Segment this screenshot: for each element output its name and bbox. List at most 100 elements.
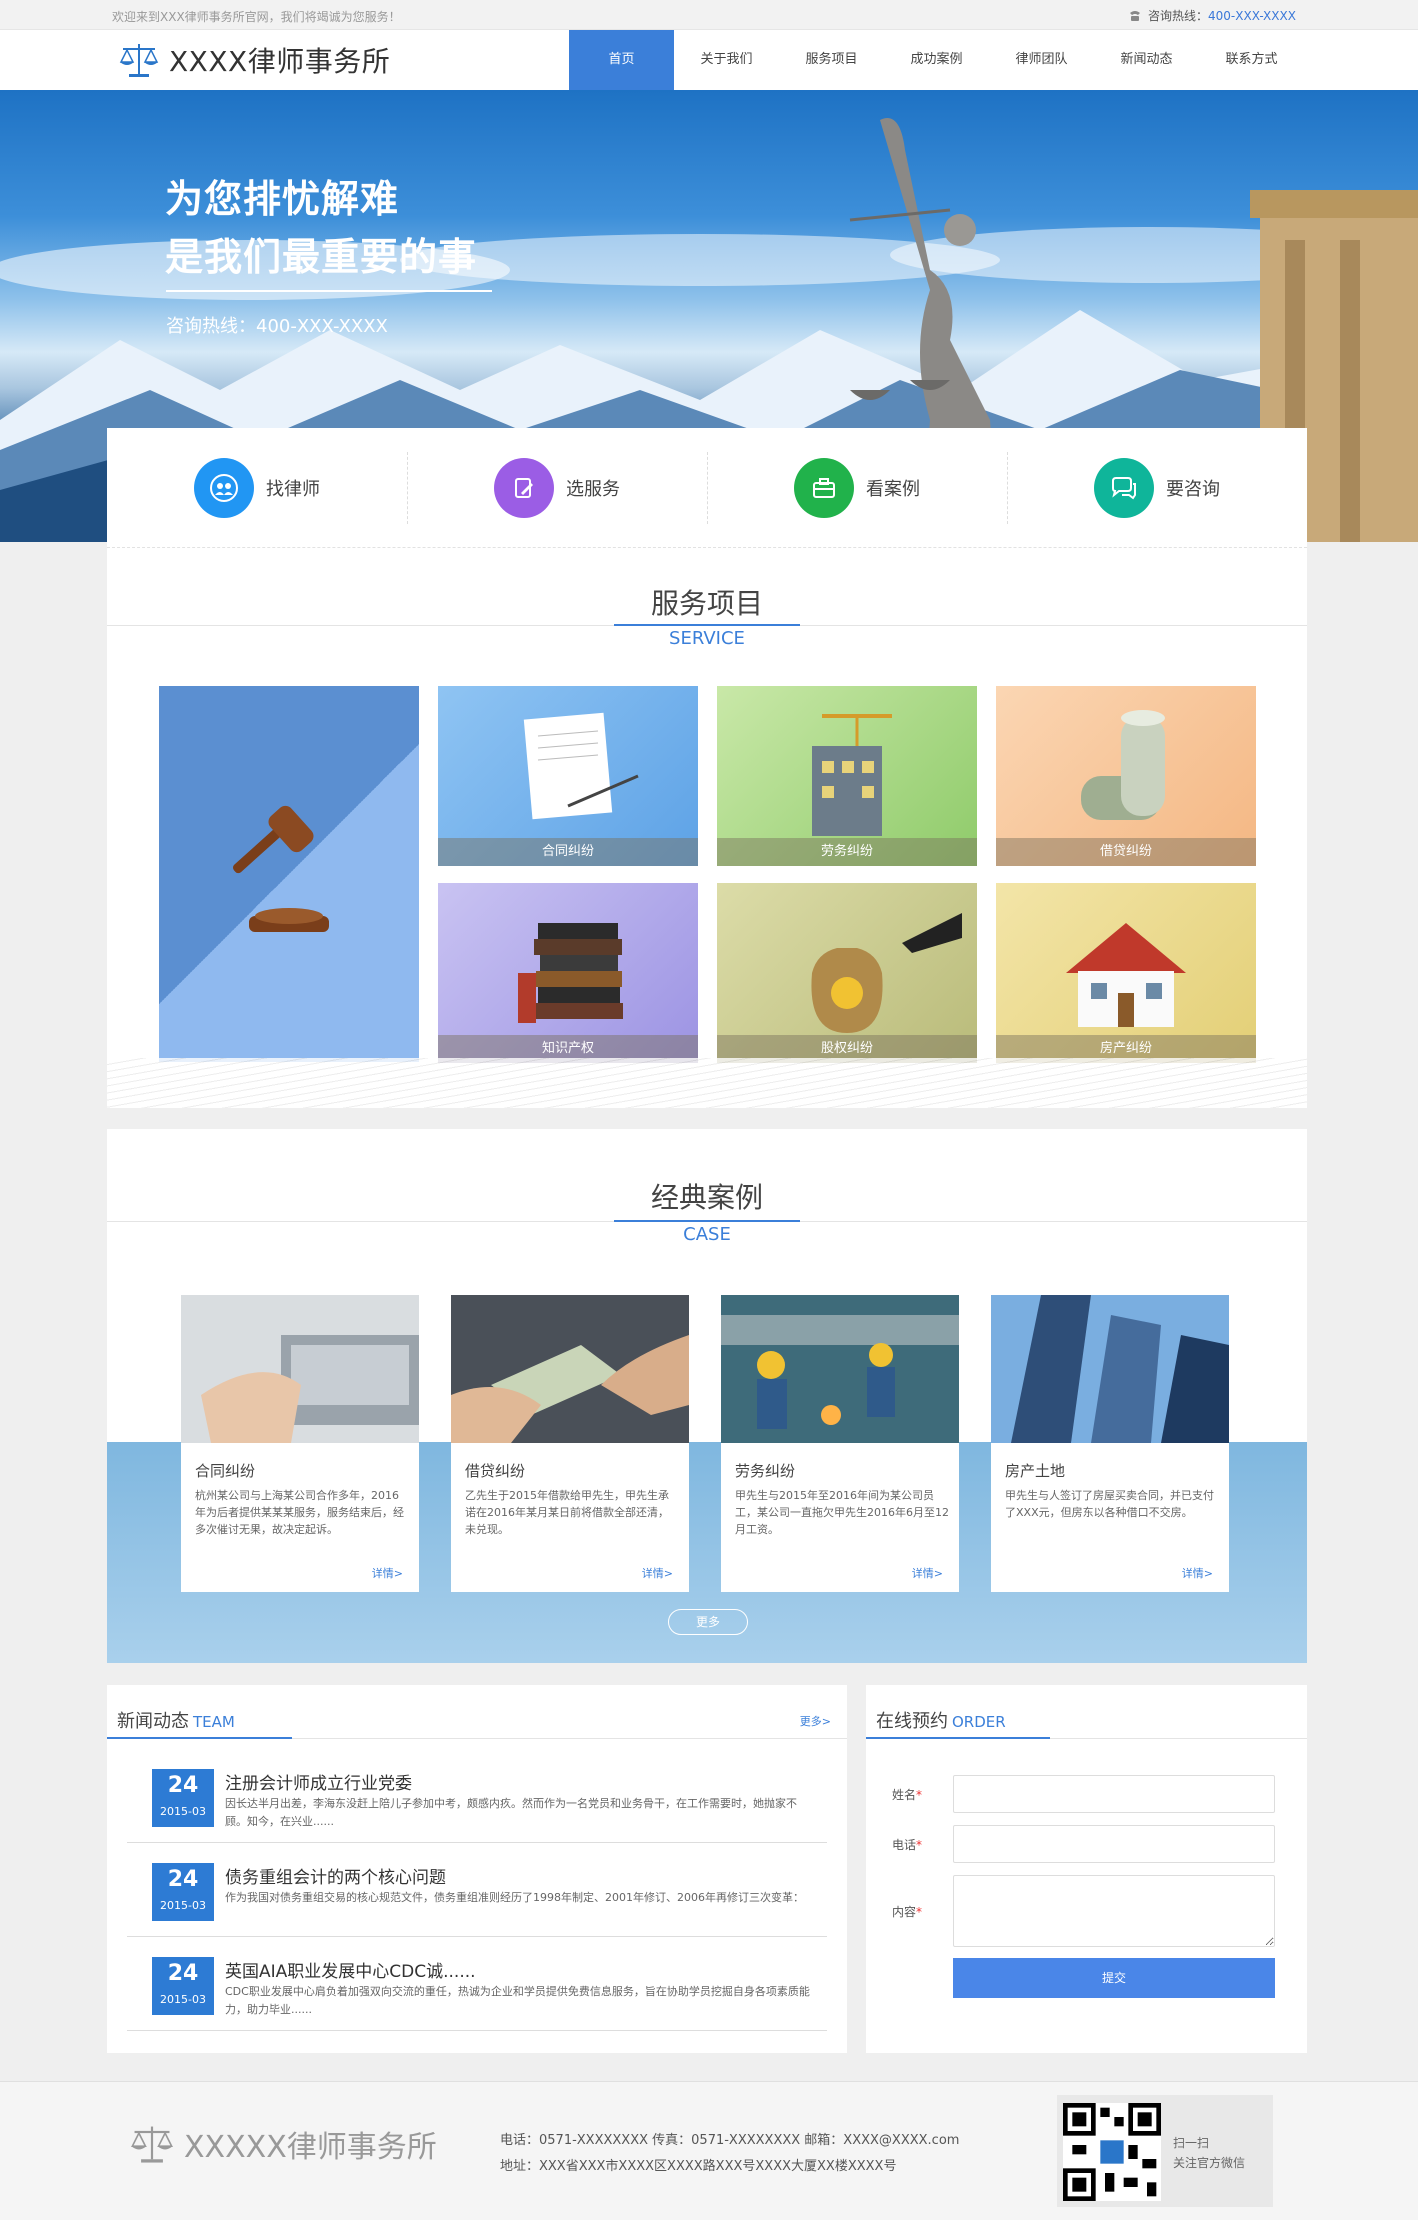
qr-caption: 扫一扫 关注官方微信 (1173, 2136, 1246, 2170)
news-title: 债务重组会计的两个核心问题 (225, 1868, 446, 1888)
top-bar: 欢迎来到XXX律师事务所官网，我们将竭诚为您服务！ 咨询热线：400-XXX-X… (0, 0, 1418, 30)
banner-divider (166, 290, 492, 292)
footer-logo: XXXXX律师事务所 (128, 2122, 437, 2166)
welcome-text: 欢迎来到XXX律师事务所官网，我们将竭诚为您服务！ (112, 10, 401, 24)
content-field[interactable] (953, 1875, 1275, 1947)
service-subtitle: SERVICE (669, 628, 745, 649)
header: XXXX律师事务所 首页 关于我们 服务项目 成功案例 律师团队 新闻动态 联系… (0, 30, 1418, 90)
hotline-label: 咨询热线： (1148, 9, 1209, 23)
quick-link-find-lawyer[interactable]: 找律师 (107, 428, 407, 547)
case-title: 经典案例 (650, 1181, 763, 1214)
edit-icon (494, 457, 554, 518)
nav-services[interactable]: 服务项目 (779, 30, 884, 90)
news-item[interactable]: 24 2015-03 注册会计师成立行业党委 因长达半月出差，李海东没赶上陪儿子参… (127, 1749, 827, 1843)
scales-icon (131, 2126, 173, 2163)
case-desc: 甲先生与2015年至2016年间为某公司员工，某公司一直拖欠甲先生2016年6月… (735, 1489, 949, 1536)
case-detail-link[interactable]: 详情> (372, 1565, 403, 1581)
nav-team[interactable]: 律师团队 (989, 30, 1094, 90)
service-title: 服务项目 (650, 587, 763, 620)
phone-label: 电话* (892, 1838, 923, 1852)
case-detail-link[interactable]: 详情> (912, 1565, 943, 1581)
footer-logo-text: XXXXX律师事务所 (184, 2130, 437, 2165)
news-date: 24 2015-03 (152, 1957, 214, 2015)
nav-home[interactable]: 首页 (569, 30, 674, 90)
people-icon (194, 457, 254, 518)
news-item[interactable]: 24 2015-03 英国AIA职业发展中心CDC诚...... CDC职业发展中… (127, 1937, 827, 2031)
nav-news[interactable]: 新闻动态 (1094, 30, 1199, 90)
service-label: 合同纠纷 (438, 838, 698, 866)
scales-icon (119, 44, 159, 77)
quick-link-label: 找律师 (266, 478, 320, 500)
hotline: 咨询热线：400-XXX-XXXX (1128, 7, 1296, 24)
case-desc: 杭州某公司与上海某公司合作多年，2016年为后者提供某某某服务，服务结束后，经多… (195, 1489, 404, 1536)
case-title: 房产土地 (1005, 1462, 1066, 1480)
footer: XXXXX律师事务所 电话：0571-XXXXXXXX 传真：0571-XXXX… (0, 2081, 1418, 2220)
gavel-icon (233, 805, 329, 932)
case-card[interactable]: 合同纠纷 杭州某公司与上海某公司合作多年，2016年为后者提供某某某服务，服务结… (181, 1295, 419, 1592)
phone-field[interactable] (953, 1825, 1275, 1863)
quick-links: 找律师 选服务 看案例 要咨询 (107, 428, 1307, 548)
service-label: 借贷纠纷 (996, 838, 1256, 866)
news-panel: 新闻动态 TEAM 更多> 24 2015-03 注册会计师成立行业党委 因长达半月… (107, 1685, 847, 2053)
case-detail-link[interactable]: 详情> (1182, 1565, 1213, 1581)
service-tile-loan[interactable]: 借贷纠纷 (996, 686, 1256, 866)
footer-contact: 电话：0571-XXXXXXXX 传真：0571-XXXXXXXX 邮箱：XXX… (500, 2128, 959, 2180)
order-panel: 在线预约 ORDER 姓名* 电话* 内容* 提交 (866, 1685, 1307, 2053)
order-title: 在线预约 (876, 1711, 948, 1732)
case-title: 合同纠纷 (195, 1462, 256, 1480)
service-tile-labor[interactable]: 劳务纠纷 (717, 686, 977, 866)
order-subtitle: ORDER (952, 1713, 1006, 1731)
hotline-number[interactable]: 400-XXX-XXXX (1208, 9, 1296, 23)
news-more-link[interactable]: 更多> (800, 1713, 831, 1729)
service-tile-equity[interactable]: 股权纠纷 (717, 883, 977, 1063)
banner-line1: 为您排忧解难 (165, 177, 400, 221)
banner-headline: 为您排忧解难 是我们最重要的事 (165, 170, 477, 286)
news-item[interactable]: 24 2015-03 债务重组会计的两个核心问题 作为我国对债务重组交易的核心规范… (127, 1843, 827, 1937)
case-image-loan (451, 1295, 689, 1443)
name-field[interactable] (953, 1775, 1275, 1813)
service-feature-tile[interactable] (159, 686, 419, 1062)
case-card[interactable]: 房产土地 甲先生与人签订了房屋买卖合同，并已支付了XXX元，但房东以各种借口不交… (991, 1295, 1229, 1592)
submit-button[interactable]: 提交 (953, 1958, 1275, 1998)
nav-cases[interactable]: 成功案例 (884, 30, 989, 90)
news-title: 注册会计师成立行业党委 (225, 1774, 412, 1794)
service-tile-property[interactable]: 房产纠纷 (996, 883, 1256, 1063)
news-desc: 因长达半月出差，李海东没赶上陪儿子参加中考，颇感内疚。然而作为一名党员和业务骨干… (225, 1797, 797, 1828)
case-subtitle: CASE (683, 1224, 731, 1245)
nav-about[interactable]: 关于我们 (674, 30, 779, 90)
news-date: 24 2015-03 (152, 1863, 214, 1921)
footer-contact-line: 电话：0571-XXXXXXXX 传真：0571-XXXXXXXX 邮箱：XXX… (500, 2133, 960, 2148)
news-subtitle: TEAM (193, 1713, 235, 1731)
briefcase-icon (794, 457, 854, 518)
logo[interactable]: XXXX律师事务所 (117, 40, 390, 80)
phone-icon (1130, 11, 1140, 21)
quick-link-label: 要咨询 (1166, 478, 1220, 500)
banner-line2: 是我们最重要的事 (165, 235, 478, 279)
case-title: 借贷纠纷 (465, 1462, 526, 1480)
quick-link-label: 选服务 (566, 478, 620, 500)
service-tile-contract[interactable]: 合同纠纷 (438, 686, 698, 866)
case-card[interactable]: 劳务纠纷 甲先生与2015年至2016年间为某公司员工，某公司一直拖欠甲先生20… (721, 1295, 959, 1592)
case-title: 劳务纠纷 (735, 1462, 796, 1480)
name-label: 姓名* (892, 1788, 923, 1802)
service-section: 服务项目 SERVICE 合同纠纷 劳务纠纷 借贷纠纷 知识产权 股权纠纷 房产… (107, 548, 1307, 1108)
case-card[interactable]: 借贷纠纷 乙先生于2015年借款给甲先生，甲先生承诺在2016年某月某日前将借款… (451, 1295, 689, 1592)
quick-link-view-cases[interactable]: 看案例 (707, 428, 1007, 547)
case-image-contract (181, 1295, 419, 1443)
news-desc: 作为我国对债务重组交易的核心规范文件，债务重组准则经历了1998年制定、2001… (225, 1891, 804, 1904)
logo-text: XXXX律师事务所 (169, 45, 391, 78)
case-image-labor (721, 1295, 959, 1443)
news-desc: CDC职业发展中心肩负着加强双向交流的重任，热诚为企业和学员提供免费信息服务，旨… (225, 1985, 810, 2016)
quick-link-choose-service[interactable]: 选服务 (407, 428, 707, 547)
main-nav: 首页 关于我们 服务项目 成功案例 律师团队 新闻动态 联系方式 (569, 30, 1304, 90)
service-tile-ip[interactable]: 知识产权 (438, 883, 698, 1063)
case-desc: 甲先生与人签订了房屋买卖合同，并已支付了XXX元，但房东以各种借口不交房。 (1005, 1489, 1214, 1519)
case-image-property (991, 1295, 1229, 1443)
news-title: 新闻动态 (117, 1711, 189, 1732)
footer-address-line: 地址：XXX省XXX市XXXX区XXXX路XXX号XXXX大厦XX楼XXXX号 (500, 2159, 897, 2174)
case-detail-link[interactable]: 详情> (642, 1565, 673, 1581)
quick-link-consult[interactable]: 要咨询 (1007, 428, 1307, 547)
banner-hotline: 咨询热线：400-XXX-XXXX (166, 316, 388, 337)
case-more-button[interactable]: 更多 (668, 1609, 748, 1635)
nav-contact[interactable]: 联系方式 (1199, 30, 1304, 90)
